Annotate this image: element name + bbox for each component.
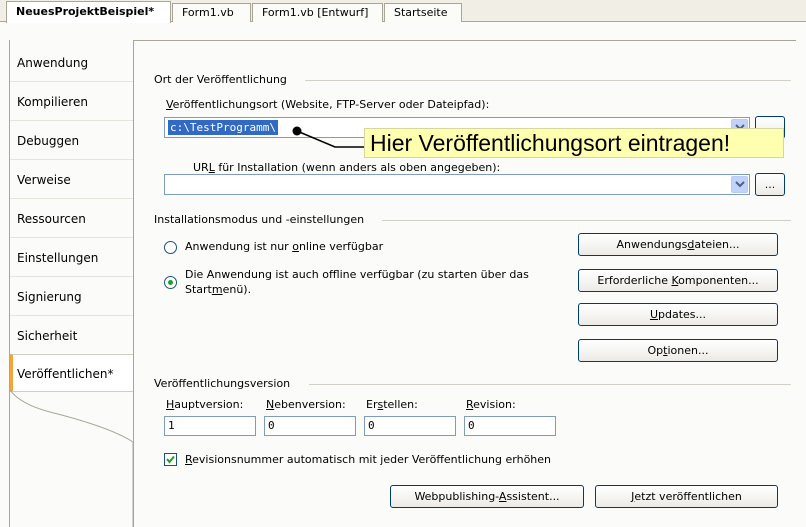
install-mode-group-title: Installationsmodus und -einstellungen xyxy=(154,213,365,226)
options-button[interactable]: Optionen... xyxy=(578,339,778,362)
side-tab-signing[interactable]: Signierung xyxy=(10,278,134,316)
side-tab-references[interactable]: Verweise xyxy=(10,161,134,199)
offline-available-label-line2[interactable]: Startmenü). xyxy=(185,283,251,296)
build-input[interactable]: 0 xyxy=(364,416,456,436)
minor-version-input[interactable]: 0 xyxy=(264,416,356,436)
panel-separator xyxy=(133,40,134,527)
callout-pointer xyxy=(292,126,370,148)
publish-location-label: Veröffentlichungsort (Website, FTP-Serve… xyxy=(166,98,490,111)
minor-version-label: Nebenversion: xyxy=(266,398,346,411)
installation-url-label: URL für Installation (wenn anders als ob… xyxy=(193,161,501,174)
publish-location-value[interactable]: c:\TestProgramm\ xyxy=(168,120,278,135)
online-only-label[interactable]: Anwendung ist nur online verfügbar xyxy=(185,240,383,253)
installation-url-value[interactable] xyxy=(168,177,172,192)
side-tab-resources[interactable]: Ressourcen xyxy=(10,200,134,238)
tab-form1-vb[interactable]: Form1.vb xyxy=(172,3,251,22)
side-tab-application[interactable]: Anwendung xyxy=(10,44,134,82)
revision-label: Revision: xyxy=(466,398,516,411)
major-version-input[interactable]: 1 xyxy=(164,416,256,436)
tab-project-properties[interactable]: NeuesProjektBeispiel* xyxy=(6,1,171,23)
build-label: Erstellen: xyxy=(366,398,418,411)
auto-increment-label[interactable]: Revisionsnummer automatisch mit jeder Ve… xyxy=(185,453,551,466)
side-tab-security[interactable]: Sicherheit xyxy=(10,317,134,355)
side-tab-settings[interactable]: Einstellungen xyxy=(10,239,134,277)
tab-form1-designer[interactable]: Form1.vb [Entwurf] xyxy=(252,3,383,22)
offline-available-radio[interactable] xyxy=(164,276,177,289)
chevron-down-icon xyxy=(735,181,745,188)
group-divider xyxy=(305,80,791,81)
checkmark-icon xyxy=(166,455,175,464)
annotation-callout: Hier Veröffentlichungsort eintragen! xyxy=(364,128,784,158)
prerequisites-button[interactable]: Erforderliche Komponenten... xyxy=(578,269,778,292)
browse-url-button[interactable]: ... xyxy=(755,173,785,196)
document-tab-strip: Form1.vb Form1.vb [Entwurf] Startseite N… xyxy=(0,0,806,23)
side-tab-compile[interactable]: Kompilieren xyxy=(10,83,134,121)
group-divider xyxy=(309,384,791,385)
side-tab-debug[interactable]: Debuggen xyxy=(10,122,134,160)
auto-increment-checkbox[interactable] xyxy=(164,453,177,466)
major-version-label: Hauptversion: xyxy=(166,398,244,411)
installation-url-combobox[interactable] xyxy=(164,174,750,195)
publish-wizard-button[interactable]: Webpublishing-Assistent... xyxy=(390,485,584,508)
offline-available-label-line1[interactable]: Die Anwendung ist auch offline verfügbar… xyxy=(185,268,529,281)
group-divider xyxy=(382,220,791,221)
radio-selected-dot xyxy=(168,280,173,285)
online-only-radio[interactable] xyxy=(164,241,177,254)
updates-button[interactable]: Updates... xyxy=(578,303,778,326)
side-tabs-curve xyxy=(10,389,134,527)
publish-location-group-title: Ort der Veröffentlichung xyxy=(154,73,287,86)
tab-start-page[interactable]: Startseite xyxy=(384,3,462,22)
application-files-button[interactable]: Anwendungsdateien... xyxy=(578,233,778,256)
revision-input[interactable]: 0 xyxy=(464,416,556,436)
installation-url-dropdown-button[interactable] xyxy=(731,176,748,193)
publish-now-button[interactable]: Jetzt veröffentlichen xyxy=(595,485,778,508)
version-group-title: Veröffentlichungsversion xyxy=(154,377,291,390)
